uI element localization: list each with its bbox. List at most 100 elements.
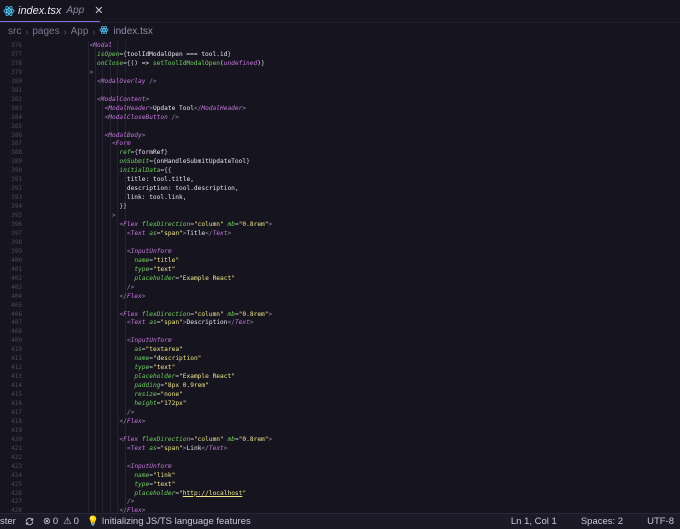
code-token: > [268, 310, 273, 318]
code-line[interactable]: <InputUnform [127, 337, 172, 346]
code-line[interactable]: name="title" [134, 257, 179, 266]
code-line[interactable]: as="textarea" [134, 346, 182, 355]
breadcrumb-item-src[interactable]: src [8, 26, 21, 37]
sync-icon[interactable] [24, 516, 35, 527]
code-line[interactable]: <ModalBody> [104, 132, 145, 141]
code-token: > [141, 292, 146, 300]
code-token: InputUnform [130, 247, 172, 255]
code-line[interactable]: title: tool.title, [127, 176, 194, 185]
code-line[interactable]: <InputUnform [127, 248, 172, 257]
code-line[interactable]: type="text" [134, 266, 175, 275]
line-number: 411 [11, 355, 22, 363]
code-token: "span" [160, 444, 183, 452]
code-token: onHandleSubmitUpdateTool [156, 158, 247, 166]
code-line[interactable]: initialData={{ [119, 167, 171, 176]
code-token: Flex [123, 310, 139, 318]
code-line[interactable]: link: tool.link, [127, 194, 187, 203]
code-line[interactable]: onClose={() => setToolIdModalOpen(undefi… [97, 60, 265, 69]
code-line[interactable]: type="text" [134, 364, 175, 373]
code-line[interactable]: <ModalCloseButton /> [104, 114, 179, 123]
line-number: 415 [11, 391, 22, 399]
language-status[interactable]: 💡 Initializing JS/TS language features [87, 516, 251, 527]
react-icon [99, 25, 109, 38]
breadcrumb-item-file[interactable]: index.tsx [113, 26, 152, 37]
code-line[interactable]: isOpen={toolIdModalOpen === tool.id} [97, 51, 231, 60]
line-number: 387 [11, 140, 22, 148]
encoding[interactable]: UTF-8 [647, 516, 674, 527]
code-token: "text" [152, 480, 176, 488]
code-token: /> [145, 77, 157, 85]
code-line[interactable]: /> [127, 498, 134, 507]
line-number: 419 [11, 426, 22, 434]
code-line[interactable]: <InputUnform [127, 463, 172, 472]
code-token: Update Tool [152, 104, 194, 112]
code-line[interactable]: <Form [112, 140, 131, 149]
code-token: > [242, 104, 247, 112]
code-line[interactable]: }} [119, 203, 126, 212]
line-number: 390 [11, 167, 22, 175]
code-line[interactable]: <ModalOverlay /> [97, 78, 157, 87]
code-token: }} [119, 203, 127, 211]
code-token: > [249, 319, 254, 327]
code-line[interactable]: <Modal [90, 42, 112, 51]
breadcrumb-item-pages[interactable]: pages [32, 26, 59, 37]
code-line[interactable]: resize="none" [134, 391, 182, 400]
line-number: 383 [11, 104, 22, 112]
code-token: > [268, 221, 273, 228]
code-line[interactable]: </Flex> [119, 418, 145, 427]
code-line[interactable]: type="text" [134, 481, 175, 490]
cursor-position[interactable]: Ln 1, Col 1 [511, 516, 557, 527]
code-line[interactable]: <Text as="span">Description</Text> [127, 319, 254, 328]
code-line[interactable]: name="link" [134, 472, 175, 481]
status-branch[interactable]: ster [0, 516, 16, 527]
code-line[interactable]: > [112, 212, 116, 221]
code-line[interactable]: height="172px" [134, 400, 186, 409]
code-token: /> [167, 113, 180, 121]
line-number: 396 [11, 221, 22, 228]
code-line[interactable]: <Text as="span">Title</Text> [127, 230, 231, 239]
close-icon[interactable]: ✕ [94, 4, 103, 17]
code-token: "Example React" [179, 274, 235, 282]
error-icon: ⊗ [42, 516, 51, 527]
line-number: 420 [11, 435, 22, 443]
code-token: > [141, 131, 146, 139]
code-line[interactable]: onSubmit={onHandleSubmitUpdateTool} [119, 158, 249, 167]
code-token: InputUnform [130, 462, 172, 470]
line-number: 386 [11, 131, 22, 139]
code-line[interactable]: /> [127, 409, 134, 418]
code-line[interactable]: description: tool.description, [127, 185, 239, 194]
code-line[interactable]: <ModalContent> [97, 96, 149, 105]
code-line[interactable]: placeholder="Example React" [134, 275, 235, 284]
indentation[interactable]: Spaces: 2 [581, 516, 623, 527]
warning-count: 0 [73, 516, 79, 527]
line-number: 407 [11, 319, 22, 327]
code-token: "text" [152, 265, 176, 273]
code-line[interactable]: <ModalHeader>Update Tool</ModalHeader> [104, 105, 246, 114]
tab-index-tsx[interactable]: index.tsx App ✕ [0, 0, 103, 22]
code-line[interactable]: <Flex flexDirection="column" mb="0.8rem"… [119, 221, 272, 230]
code-line[interactable]: </Flex> [119, 293, 145, 302]
breadcrumb-item-app[interactable]: App [71, 26, 89, 37]
code-line[interactable]: placeholder="http://localhost" [134, 490, 246, 499]
code-line[interactable]: > [90, 69, 94, 78]
code-line[interactable]: /> [127, 284, 134, 293]
problems-indicator[interactable]: ⊗ 0 ⚠ 0 [43, 516, 79, 527]
code-token: type [134, 480, 150, 488]
code-line[interactable]: <Text as="span">Link</Text> [127, 445, 228, 454]
code-line[interactable]: placeholder="Example React" [134, 373, 235, 382]
indent-guide [102, 41, 104, 513]
code-token: as [134, 346, 142, 354]
code-token: name [134, 355, 150, 363]
line-number: 401 [11, 265, 22, 273]
code-token: Flex [123, 221, 139, 228]
code-token: Text [130, 319, 146, 327]
code-line[interactable]: name="description" [134, 355, 201, 364]
code-line[interactable]: padding="8px 0.9rem" [134, 382, 209, 391]
line-number: 409 [11, 337, 22, 345]
code-line[interactable]: <Flex flexDirection="column" mb="0.8rem"… [119, 436, 272, 445]
line-number: 414 [11, 382, 22, 390]
code-editor[interactable]: 376 377 378 379 380 381 382 383 384 385 386 387 388 3… [0, 41, 680, 513]
code-token: "link" [152, 471, 176, 479]
code-token: Text [130, 229, 146, 237]
status-bar: ster ⊗ 0 ⚠ 0 💡 Initializing JS/TS langua… [0, 513, 680, 529]
